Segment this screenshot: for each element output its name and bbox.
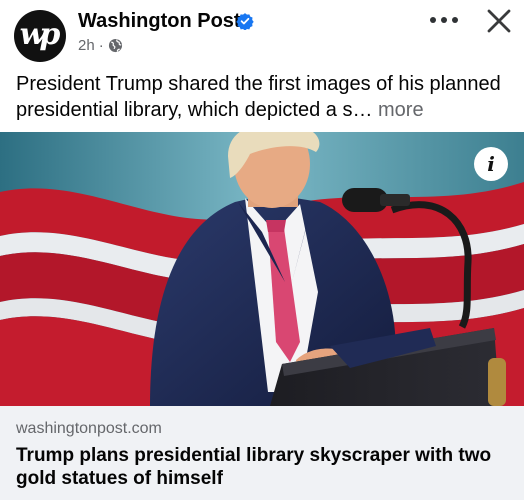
post-options-button[interactable] [424, 12, 464, 28]
post-meta: 2h · [78, 37, 123, 54]
verified-badge-icon [236, 13, 254, 30]
see-more-link[interactable]: more [372, 99, 424, 121]
article-photo[interactable] [0, 132, 524, 406]
meta-separator: · [98, 37, 104, 54]
link-preview-card[interactable]: washingtonpost.com Trump plans president… [0, 406, 524, 500]
page-avatar[interactable]: wp [14, 10, 66, 62]
post-message-text: President Trump shared the first images … [16, 73, 501, 121]
dot-icon [452, 17, 458, 23]
globe-icon [108, 38, 122, 53]
avatar-logo-text: wp [19, 16, 61, 52]
close-icon[interactable] [484, 6, 514, 36]
page-name[interactable]: Washington Post [78, 10, 241, 32]
post-timestamp[interactable]: 2h [78, 37, 95, 54]
link-domain: washingtonpost.com [16, 420, 162, 437]
post-message: President Trump shared the first images … [16, 71, 516, 123]
post-header: wp Washington Post 2h · [0, 0, 524, 66]
info-button[interactable]: i [474, 147, 508, 181]
dot-icon [430, 17, 436, 23]
link-title[interactable]: Trump plans presidential library skyscra… [16, 444, 516, 490]
dot-icon [441, 17, 447, 23]
